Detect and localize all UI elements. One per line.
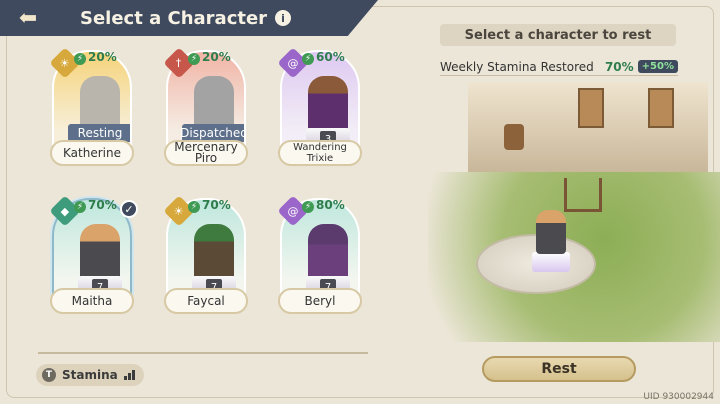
- barrel: [504, 124, 524, 150]
- bolt-icon: ⚡: [188, 201, 200, 213]
- back-button[interactable]: ⬅: [0, 0, 56, 36]
- weekly-value: 70%: [604, 59, 634, 74]
- character-sprite: [80, 224, 120, 282]
- character-name: Katherine: [50, 140, 134, 166]
- stamina-value: ⚡ 80%: [302, 198, 345, 213]
- bolt-icon: ⚡: [74, 201, 86, 213]
- house-window: [578, 88, 604, 128]
- stamina-value: ⚡ 20%: [188, 50, 231, 65]
- sort-icon: T: [42, 368, 56, 382]
- check-icon: ✓: [120, 200, 138, 218]
- weekly-label: Weekly Stamina Restored: [440, 59, 594, 74]
- weekly-bonus: +50%: [637, 60, 678, 73]
- stamina-sort-button[interactable]: T Stamina: [36, 364, 144, 386]
- rest-scene: [428, 82, 720, 342]
- character-card-beryl[interactable]: 7 @ ⚡80% ★ Beryl: [274, 192, 366, 318]
- character-card-faycal[interactable]: 7 ☀ ⚡70% ★ Faycal: [160, 192, 252, 318]
- character-card-trixie[interactable]: 3 @ ⚡ 60% Wandering Trixie: [274, 44, 366, 170]
- character-sprite: [194, 224, 234, 282]
- bolt-icon: ⚡: [302, 53, 314, 65]
- character-card-maitha[interactable]: 7 ◆ ⚡70% ✓ ★★ Maitha: [46, 192, 138, 318]
- bolt-icon: ⚡: [188, 53, 200, 65]
- user-id: UID 930002944: [643, 392, 714, 402]
- bolt-icon: ⚡: [74, 53, 86, 65]
- character-name: Faycal: [164, 288, 248, 314]
- bolt-icon: ⚡: [302, 201, 314, 213]
- page-title: Select a Character: [80, 7, 268, 29]
- info-icon[interactable]: i: [275, 10, 292, 26]
- rest-button[interactable]: Rest: [482, 356, 636, 382]
- character-name: Mercenary Piro: [164, 140, 248, 166]
- character-name: Beryl: [278, 288, 362, 314]
- signal-bars-icon: [123, 370, 135, 380]
- character-name: Maitha: [50, 288, 134, 314]
- stamina-label: Stamina: [62, 368, 118, 382]
- stamina-value: ⚡ 70%: [188, 198, 231, 213]
- stamina-value: ⚡ 20%: [74, 50, 117, 65]
- rest-prompt: Select a character to rest: [440, 24, 676, 46]
- stamina-value: ⚡ 60%: [302, 50, 345, 65]
- pedestal: [532, 252, 570, 272]
- character-card-katherine[interactable]: Resting ☀ ⚡20% ★ Katherine: [46, 44, 138, 170]
- back-arrow-icon: ⬅: [18, 5, 38, 31]
- weekly-stamina-row: Weekly Stamina Restored 70% +50%: [440, 58, 678, 76]
- header-bar: ⬅ Select a Character i: [0, 0, 378, 36]
- fence: [564, 178, 602, 212]
- character-sprite: [308, 76, 348, 134]
- resting-character: [536, 210, 566, 254]
- house-window: [648, 88, 674, 128]
- character-sprite: [308, 224, 348, 282]
- stamina-value: ⚡ 70%: [74, 198, 117, 213]
- character-name: Wandering Trixie: [278, 140, 362, 166]
- character-card-piro[interactable]: Dispatched † ⚡20% ★ Mercenary Piro: [160, 44, 252, 170]
- list-divider: [38, 352, 368, 354]
